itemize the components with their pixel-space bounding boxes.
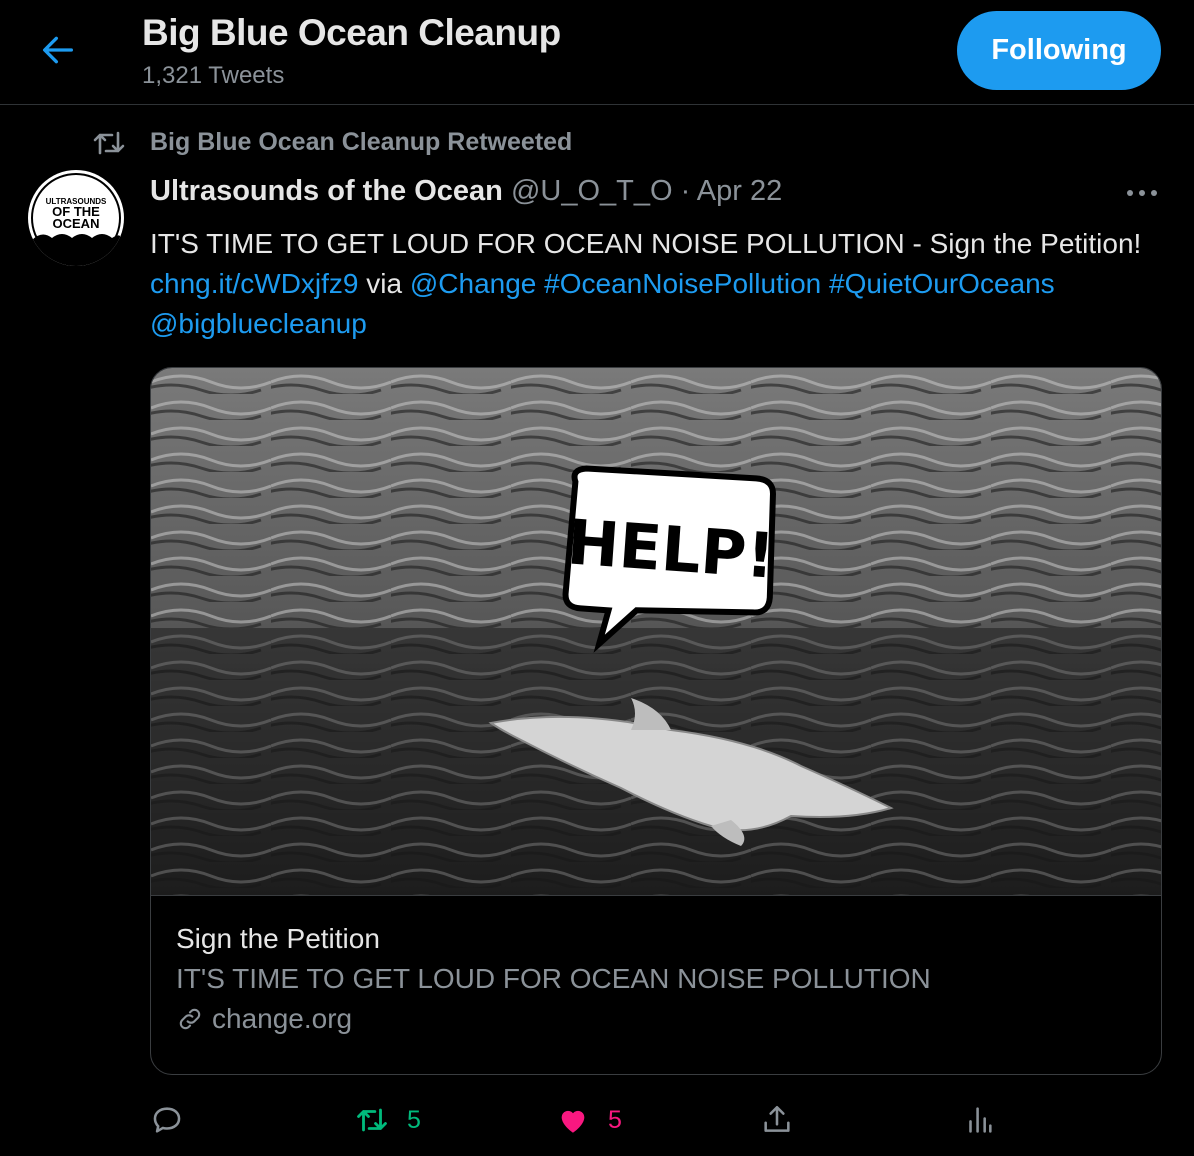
share-icon	[764, 1105, 790, 1132]
like-button[interactable]: 5	[556, 1100, 622, 1140]
separator-dot: ·	[680, 175, 691, 207]
reply-icon	[153, 1107, 181, 1133]
svg-text:OCEAN: OCEAN	[53, 216, 100, 231]
back-arrow-icon[interactable]	[38, 30, 78, 70]
reply-button[interactable]	[150, 1100, 184, 1140]
retweet-context-label: Big Blue Ocean Cleanup Retweeted	[150, 128, 573, 156]
share-button[interactable]	[760, 1100, 794, 1140]
retweet-count: 5	[407, 1105, 421, 1134]
profile-name: Big Blue Ocean Cleanup	[142, 12, 561, 53]
retweet-icon	[357, 1108, 387, 1132]
hashtag-ocean-noise-pollution[interactable]: #OceanNoisePollution	[544, 268, 821, 299]
tweet-date[interactable]: Apr 22	[697, 175, 782, 207]
card-domain-row: change.org	[176, 1003, 1136, 1035]
more-options-icon[interactable]	[1122, 182, 1162, 204]
link-icon	[179, 1008, 201, 1030]
tweet-author-row: Ultrasounds of the Ocean @U_O_T_O · Apr …	[150, 175, 782, 208]
retweet-icon	[93, 131, 125, 155]
card-body: Sign the Petition IT'S TIME TO GET LOUD …	[176, 923, 1136, 1035]
hashtag-quiet-our-oceans[interactable]: #QuietOurOceans	[829, 268, 1055, 299]
author-avatar[interactable]: ULTRASOUNDS OF THE OCEAN	[28, 170, 124, 266]
ultrasounds-logo-icon: ULTRASOUNDS OF THE OCEAN	[31, 173, 121, 266]
help-text: HELP!	[565, 505, 777, 592]
author-name[interactable]: Ultrasounds of the Ocean	[150, 175, 503, 207]
tweet-actions: 5 5	[0, 1090, 1194, 1150]
tweet-text-body: IT'S TIME TO GET LOUD FOR OCEAN NOISE PO…	[150, 228, 1142, 259]
tweet-text-via: via	[366, 268, 403, 299]
retweet-button[interactable]: 5	[355, 1100, 421, 1140]
mention-bigbluecleanup[interactable]: @bigbluecleanup	[150, 308, 367, 339]
following-button[interactable]: Following	[957, 11, 1161, 90]
dolphin-ocean-image: HELP!	[151, 368, 1161, 896]
mention-change[interactable]: @Change	[410, 268, 537, 299]
card-description: IT'S TIME TO GET LOUD FOR OCEAN NOISE PO…	[176, 963, 931, 994]
like-count: 5	[608, 1105, 622, 1134]
author-handle[interactable]: @U_O_T_O	[511, 175, 673, 207]
card-domain: change.org	[212, 1003, 353, 1034]
tweet-count: 1,321 Tweets	[142, 62, 285, 89]
analytics-button[interactable]	[962, 1100, 996, 1140]
card-title: Sign the Petition	[176, 923, 380, 954]
profile-header: Big Blue Ocean Cleanup 1,321 Tweets Foll…	[0, 0, 1194, 105]
heart-icon	[561, 1110, 585, 1133]
link-preview-card[interactable]: HELP! Sign the Petition IT'S TIME TO GET…	[150, 367, 1162, 1075]
tweet-text: IT'S TIME TO GET LOUD FOR OCEAN NOISE PO…	[150, 224, 1150, 344]
petition-link[interactable]: chng.it/cWDxjfz9	[150, 268, 359, 299]
analytics-icon	[969, 1107, 992, 1133]
